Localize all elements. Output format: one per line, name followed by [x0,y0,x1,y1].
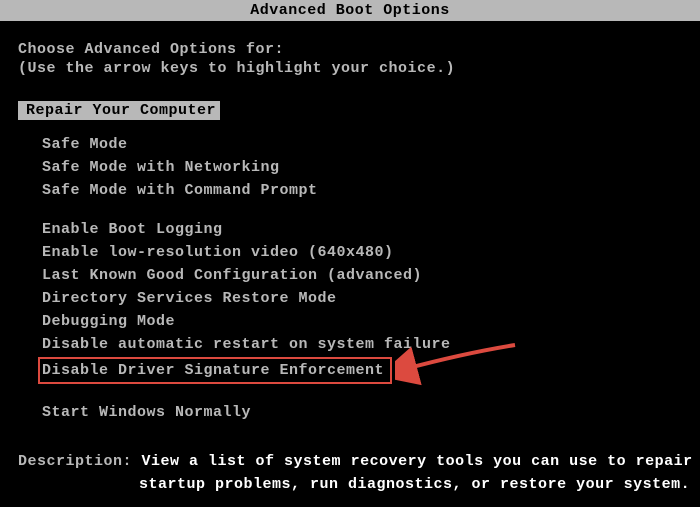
option-disable-auto-restart[interactable]: Disable automatic restart on system fail… [42,334,700,355]
option-debugging[interactable]: Debugging Mode [42,311,700,332]
option-start-normally[interactable]: Start Windows Normally [42,402,700,423]
option-safe-mode-networking[interactable]: Safe Mode with Networking [42,157,700,178]
title-bar: Advanced Boot Options [0,0,700,21]
boot-options-list: Safe Mode Safe Mode with Networking Safe… [18,134,700,423]
option-disable-driver-sig-label: Disable Driver Signature Enforcement [42,362,384,379]
annotation-highlight-box: Disable Driver Signature Enforcement [38,357,392,384]
instruction-line-2: (Use the arrow keys to highlight your ch… [18,60,700,77]
selected-option-label: Repair Your Computer [26,102,216,119]
option-disable-driver-sig[interactable]: Disable Driver Signature Enforcement [42,357,700,384]
option-safe-mode[interactable]: Safe Mode [42,134,700,155]
option-boot-logging[interactable]: Enable Boot Logging [42,219,700,240]
content-area: Choose Advanced Options for: (Use the ar… [0,41,700,496]
option-last-known-good[interactable]: Last Known Good Configuration (advanced) [42,265,700,286]
description-text-1: View a list of system recovery tools you… [142,453,693,470]
instruction-line-1: Choose Advanced Options for: [18,41,700,58]
description-text-2: startup problems, run diagnostics, or re… [139,476,690,493]
selected-option[interactable]: Repair Your Computer [18,101,220,120]
page-title: Advanced Boot Options [250,2,450,19]
option-low-res[interactable]: Enable low-resolution video (640x480) [42,242,700,263]
description-area: Description: View a list of system recov… [18,451,700,496]
option-safe-mode-cmd[interactable]: Safe Mode with Command Prompt [42,180,700,201]
description-label: Description: [18,453,142,470]
option-directory-restore[interactable]: Directory Services Restore Mode [42,288,700,309]
